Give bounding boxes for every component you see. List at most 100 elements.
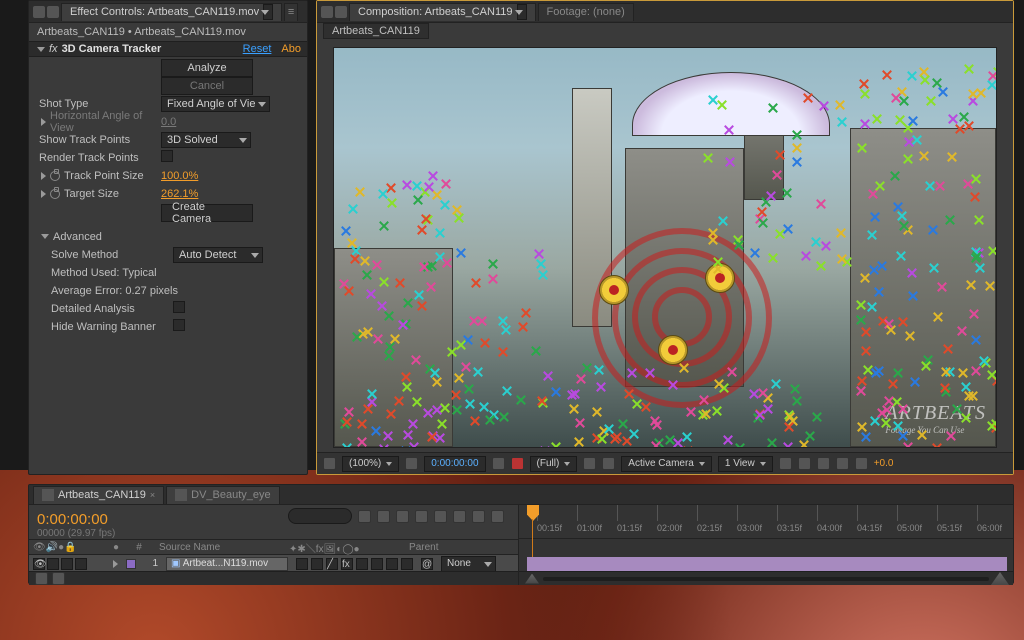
render-track-points-checkbox[interactable] [161, 150, 173, 162]
track-point[interactable] [780, 186, 794, 200]
adjustment-switch[interactable] [386, 558, 398, 570]
track-point[interactable] [541, 369, 555, 383]
track-point[interactable] [926, 223, 940, 237]
track-point[interactable] [835, 252, 849, 266]
track-point[interactable] [412, 288, 426, 302]
grid-icon[interactable] [602, 457, 615, 470]
effect-header[interactable]: fx 3D Camera Tracker Reset Abo [29, 41, 307, 57]
track-point[interactable] [956, 366, 970, 380]
track-point[interactable] [931, 310, 945, 324]
track-point[interactable] [712, 377, 726, 391]
track-point[interactable] [910, 133, 924, 147]
fast-preview-icon[interactable] [798, 457, 811, 470]
track-point[interactable] [894, 249, 908, 263]
tab-effect-controls[interactable]: Effect Controls: Artbeats_CAN119.mov [61, 3, 282, 21]
track-point[interactable] [342, 284, 356, 298]
track-point-size-value[interactable]: 100.0% [161, 170, 198, 182]
shy-switch[interactable] [296, 558, 308, 570]
track-point[interactable] [903, 329, 917, 343]
track-point[interactable] [454, 338, 468, 352]
disclosure-icon[interactable] [113, 560, 118, 568]
track-point[interactable] [697, 393, 711, 407]
magnify-icon[interactable] [323, 457, 336, 470]
track-point[interactable] [985, 368, 997, 382]
track-point[interactable] [872, 364, 886, 378]
track-point[interactable] [896, 315, 910, 329]
track-point[interactable] [417, 260, 431, 274]
track-point[interactable] [918, 73, 932, 87]
track-point[interactable] [723, 155, 737, 169]
track-point[interactable] [399, 444, 413, 448]
lock-toggle[interactable] [75, 558, 87, 570]
track-point[interactable] [592, 363, 606, 377]
track-point[interactable] [819, 239, 833, 253]
track-point[interactable] [906, 289, 920, 303]
track-point[interactable] [462, 382, 476, 396]
track-point[interactable] [859, 344, 873, 358]
quality-switch[interactable]: ╱ [326, 558, 338, 570]
video-toggle[interactable]: 👁 [33, 558, 45, 570]
track-point[interactable] [425, 430, 439, 444]
track-point[interactable] [790, 394, 804, 408]
reset-exposure-icon[interactable] [855, 457, 868, 470]
track-point[interactable] [969, 364, 983, 378]
track-point[interactable] [421, 406, 435, 420]
track-point[interactable] [814, 259, 828, 273]
track-point[interactable] [797, 438, 811, 448]
lock-icon[interactable] [321, 6, 333, 18]
track-point[interactable] [573, 416, 587, 430]
track-point[interactable] [677, 361, 691, 375]
detailed-analysis-checkbox[interactable] [173, 301, 185, 313]
close-icon[interactable]: × [150, 486, 155, 504]
label-color[interactable] [126, 559, 136, 569]
track-point[interactable] [355, 417, 369, 431]
track-point[interactable] [663, 433, 677, 447]
tab-menu-icon[interactable] [517, 4, 527, 20]
disclosure-icon[interactable] [41, 172, 46, 180]
track-point[interactable] [497, 410, 511, 424]
track-point[interactable] [706, 93, 720, 107]
disclosure-icon[interactable] [41, 118, 46, 126]
brainstorm-icon[interactable] [453, 510, 466, 523]
track-point[interactable] [901, 152, 915, 166]
audio-toggle[interactable] [47, 558, 59, 570]
playhead-flag-icon[interactable] [527, 505, 539, 521]
track-point[interactable] [854, 384, 868, 398]
track-point[interactable] [471, 365, 485, 379]
track-point[interactable] [996, 311, 997, 325]
track-point[interactable] [355, 435, 369, 448]
view-dropdown[interactable]: 1 View [718, 456, 773, 472]
track-point[interactable] [833, 98, 847, 112]
res-icon[interactable] [405, 457, 418, 470]
comp-name[interactable]: Artbeats_CAN119 [323, 23, 429, 39]
track-point[interactable] [622, 387, 636, 401]
track-point[interactable] [346, 202, 360, 216]
track-point[interactable] [924, 94, 938, 108]
track-point[interactable] [572, 435, 586, 448]
snapshot-icon[interactable] [492, 457, 505, 470]
track-point[interactable] [773, 148, 787, 162]
source-name-header[interactable]: Source Name [159, 542, 279, 553]
track-point[interactable] [917, 149, 931, 163]
track-point[interactable] [594, 380, 608, 394]
track-point[interactable] [567, 402, 581, 416]
track-point[interactable] [986, 244, 997, 258]
track-point[interactable] [935, 280, 949, 294]
track-point[interactable] [424, 280, 438, 294]
track-point[interactable] [938, 381, 952, 395]
comp-icon[interactable] [335, 6, 347, 18]
track-point[interactable] [893, 113, 907, 127]
zoom-slider[interactable] [543, 577, 989, 581]
tab-footage[interactable]: Footage: (none) [538, 3, 634, 21]
track-point[interactable] [406, 417, 420, 431]
track-point[interactable] [817, 99, 831, 113]
layer-search-input[interactable] [288, 508, 352, 524]
timeline-icon[interactable] [817, 457, 830, 470]
track-point[interactable] [358, 254, 372, 268]
track-point[interactable] [409, 353, 423, 367]
track-point[interactable] [972, 213, 986, 227]
track-point[interactable] [516, 320, 530, 334]
about-link[interactable]: Abo [281, 43, 301, 55]
tab-composition[interactable]: Composition: Artbeats_CAN119 [349, 3, 536, 21]
track-point[interactable] [761, 402, 775, 416]
